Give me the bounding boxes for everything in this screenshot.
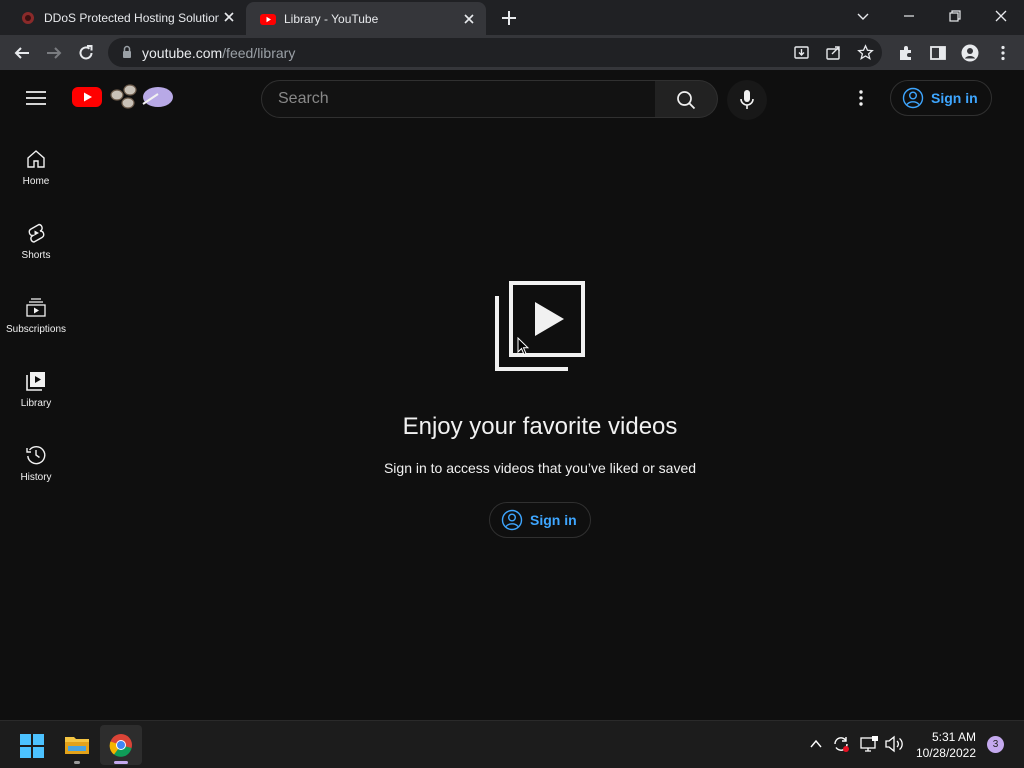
library-illustration-icon	[495, 281, 585, 371]
main-sign-in-button[interactable]: Sign in	[489, 502, 591, 538]
sidebar-item-home[interactable]: Home	[0, 148, 72, 222]
sidebar-item-subscriptions[interactable]: Subscriptions	[0, 296, 72, 370]
sidebar-item-label: Shorts	[21, 250, 51, 261]
settings-more-icon[interactable]	[852, 88, 870, 108]
profile-icon[interactable]	[961, 44, 979, 62]
forward-arrow-icon[interactable]	[45, 44, 63, 62]
tab-title: DDoS Protected Hosting Solution	[44, 10, 219, 25]
sidebar-item-label: Subscriptions	[5, 324, 67, 335]
extensions-puzzle-icon[interactable]	[897, 44, 915, 62]
youtube-favicon-icon	[260, 13, 276, 25]
url-text: youtube.com/feed/library	[142, 45, 295, 61]
library-icon	[26, 372, 45, 391]
close-tab-icon[interactable]	[462, 12, 476, 26]
share-icon[interactable]	[825, 44, 842, 61]
youtube-header: Sign in	[0, 70, 1024, 126]
volume-icon[interactable]	[884, 735, 904, 753]
search-icon	[677, 91, 696, 110]
tab-title: Library - YouTube	[284, 11, 379, 26]
notification-badge[interactable]: 3	[987, 736, 1004, 753]
sidebar-item-label: History	[20, 472, 52, 483]
browser-tab-ddos[interactable]: DDoS Protected Hosting Solution	[0, 0, 246, 35]
side-panel-icon[interactable]	[929, 44, 947, 62]
search-input[interactable]	[278, 89, 638, 109]
browser-tab-youtube[interactable]: Library - YouTube	[246, 2, 486, 35]
search-box	[261, 80, 656, 118]
more-vert-icon[interactable]	[994, 44, 1012, 62]
minimize-icon[interactable]	[901, 8, 917, 24]
youtube-logo-icon[interactable]	[72, 86, 102, 108]
sidebar-item-label: Home	[22, 176, 50, 187]
subscriptions-icon	[26, 298, 46, 317]
chrome-taskbar-button[interactable]	[100, 725, 142, 765]
sign-in-label: Sign in	[530, 512, 577, 528]
close-window-icon[interactable]	[993, 8, 1009, 24]
doodle-logo-icon[interactable]	[108, 82, 174, 112]
active-indicator	[114, 761, 128, 764]
ddos-favicon-icon	[22, 11, 34, 24]
voice-search-button[interactable]	[727, 80, 767, 120]
hamburger-menu-icon[interactable]	[25, 88, 47, 108]
sidebar-item-shorts[interactable]: Shorts	[0, 222, 72, 296]
home-icon	[27, 150, 45, 168]
clock-time[interactable]: 5:31 AM	[920, 730, 976, 744]
show-hidden-icons-chevron-icon[interactable]	[809, 738, 823, 750]
sync-update-icon[interactable]	[832, 735, 850, 753]
bookmark-star-icon[interactable]	[857, 44, 874, 61]
history-icon	[26, 445, 46, 465]
network-icon[interactable]	[859, 735, 879, 753]
windows-taskbar: 5:31 AM 10/28/2022 3	[0, 720, 1024, 768]
restore-icon[interactable]	[947, 8, 963, 24]
back-arrow-icon[interactable]	[13, 44, 31, 62]
sign-in-label: Sign in	[931, 90, 978, 106]
header-sign-in-button[interactable]: Sign in	[890, 80, 992, 116]
file-explorer-icon[interactable]	[64, 733, 90, 757]
sidebar-item-library[interactable]: Library	[0, 370, 72, 444]
windows-start-icon[interactable]	[20, 734, 44, 758]
mouse-cursor-icon	[517, 337, 529, 356]
clock-date[interactable]: 10/28/2022	[906, 746, 976, 760]
close-tab-icon[interactable]	[222, 10, 236, 24]
install-app-icon[interactable]	[793, 44, 810, 61]
chrome-icon	[109, 734, 132, 757]
lock-icon[interactable]	[120, 45, 134, 59]
new-tab-icon[interactable]	[500, 9, 518, 27]
page-title: Enjoy your favorite videos	[402, 413, 678, 440]
microphone-icon	[740, 90, 754, 109]
browser-tab-strip: DDoS Protected Hosting Solution Library …	[0, 0, 1024, 35]
url-host: youtube.com	[142, 45, 223, 61]
address-bar[interactable]: youtube.com/feed/library	[108, 38, 882, 67]
running-indicator	[74, 761, 80, 764]
search-button[interactable]	[655, 80, 718, 118]
sidebar-item-label: Library	[20, 398, 52, 409]
account-circle-icon	[902, 87, 924, 109]
account-circle-icon	[501, 509, 523, 531]
sidebar-item-history[interactable]: History	[0, 444, 72, 518]
reload-icon[interactable]	[77, 44, 95, 62]
url-path: /feed/library	[222, 45, 296, 61]
page-subtitle: Sign in to access videos that you’ve lik…	[383, 460, 697, 476]
shorts-icon	[28, 223, 45, 243]
browser-toolbar: youtube.com/feed/library	[0, 35, 1024, 70]
tab-search-chevron-icon[interactable]	[855, 8, 871, 24]
